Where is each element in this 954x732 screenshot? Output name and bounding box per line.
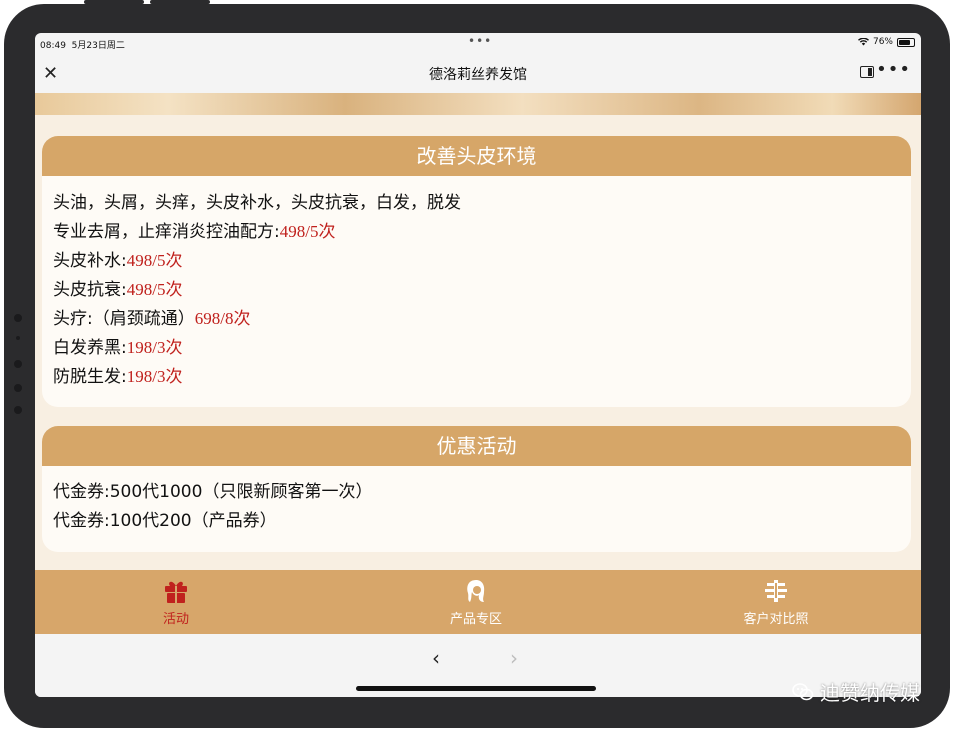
more-options-icon[interactable]: ••• [876, 59, 911, 80]
tab-label: 客户对比照 [743, 612, 809, 627]
tab-label: 产品专区 [449, 612, 502, 627]
compare-icon [765, 580, 787, 602]
service-line: 白发养黑:198/3次 [53, 338, 183, 358]
tablet-screen: 08:49 5月23日周二 ••• 76% ✕ 德洛莉丝养发馆 ••• 改善头皮… [35, 33, 921, 697]
forward-button[interactable]: › [510, 646, 518, 670]
battery-icon [897, 37, 915, 47]
side-sensor-dot [14, 384, 22, 392]
home-indicator[interactable] [356, 686, 596, 691]
service-line: 头皮抗衰:498/5次 [53, 280, 183, 300]
service-line: 头皮补水:498/5次 [53, 251, 183, 271]
multitasking-dots[interactable]: ••• [468, 34, 492, 48]
service-card: 改善头皮环境 头油，头屑，头痒，头皮补水，头皮抗衰，白发，脱发 专业去屑，止痒消… [42, 136, 911, 407]
price-text: 498/5次 [279, 222, 336, 241]
price-text: 698/8次 [194, 309, 251, 328]
card-header: 优惠活动 [42, 426, 911, 466]
price-text: 498/5次 [126, 251, 183, 270]
card-body: 头油，头屑，头痒，头皮补水，头皮抗衰，白发，脱发 专业去屑，止痒消炎控油配方:4… [42, 176, 911, 403]
browser-bottom-bar: ‹ › [35, 634, 921, 697]
watermark-text: 迪赞纳传媒 [820, 681, 920, 705]
tab-before-after[interactable]: 客户对比照 [716, 570, 836, 634]
price-text: 498/5次 [126, 280, 183, 299]
woman-profile-icon [467, 580, 485, 602]
wechat-icon [792, 682, 814, 700]
top-button-left [84, 0, 144, 4]
gift-icon [165, 581, 187, 603]
tab-label: 活动 [162, 612, 189, 627]
side-sensor-dot [14, 360, 22, 368]
price-text: 198/3次 [126, 338, 183, 357]
side-sensor-dot [16, 336, 20, 340]
top-button-right [150, 0, 210, 4]
decorative-banner-strip [35, 93, 921, 115]
card-body: 代金券:500代1000（只限新顾客第一次） 代金券:100代200（产品券） [42, 466, 911, 548]
status-bar: 08:49 5月23日周二 ••• 76% [35, 33, 921, 53]
price-text: 198/3次 [126, 367, 183, 386]
split-view-icon[interactable] [860, 66, 874, 78]
card-header: 改善头皮环境 [42, 136, 911, 176]
voucher-line: 代金券:100代200（产品券） [53, 511, 277, 531]
tab-activity[interactable]: 活动 [116, 570, 236, 634]
battery-percent: 76% [872, 37, 893, 47]
status-indicators: 76% [857, 37, 915, 47]
tab-products[interactable]: 产品专区 [416, 570, 536, 634]
wifi-icon [857, 38, 869, 46]
service-line: 头疗:（肩颈疏通）698/8次 [53, 309, 251, 329]
service-line: 头油，头屑，头痒，头皮补水，头皮抗衰，白发，脱发 [53, 193, 461, 213]
side-sensor-dot [14, 314, 22, 322]
back-button[interactable]: ‹ [432, 646, 440, 670]
side-sensor-dot [14, 406, 22, 414]
service-line: 专业去屑，止痒消炎控油配方:498/5次 [53, 222, 336, 242]
status-time: 08:49 5月23日周二 [40, 41, 125, 51]
promotion-card: 优惠活动 代金券:500代1000（只限新顾客第一次） 代金券:100代200（… [42, 426, 911, 552]
browser-nav-bar: ✕ 德洛莉丝养发馆 ••• [35, 53, 921, 93]
service-line: 防脱生发:198/3次 [53, 367, 183, 387]
page-title: 德洛莉丝养发馆 [429, 67, 527, 83]
page-content: 改善头皮环境 头油，头屑，头痒，头皮补水，头皮抗衰，白发，脱发 专业去屑，止痒消… [35, 93, 921, 570]
bottom-tab-bar: 活动 产品专区 客户对比照 [35, 570, 921, 634]
watermark: 迪赞纳传媒 [792, 677, 920, 706]
voucher-line: 代金券:500代1000（只限新顾客第一次） [53, 482, 373, 502]
